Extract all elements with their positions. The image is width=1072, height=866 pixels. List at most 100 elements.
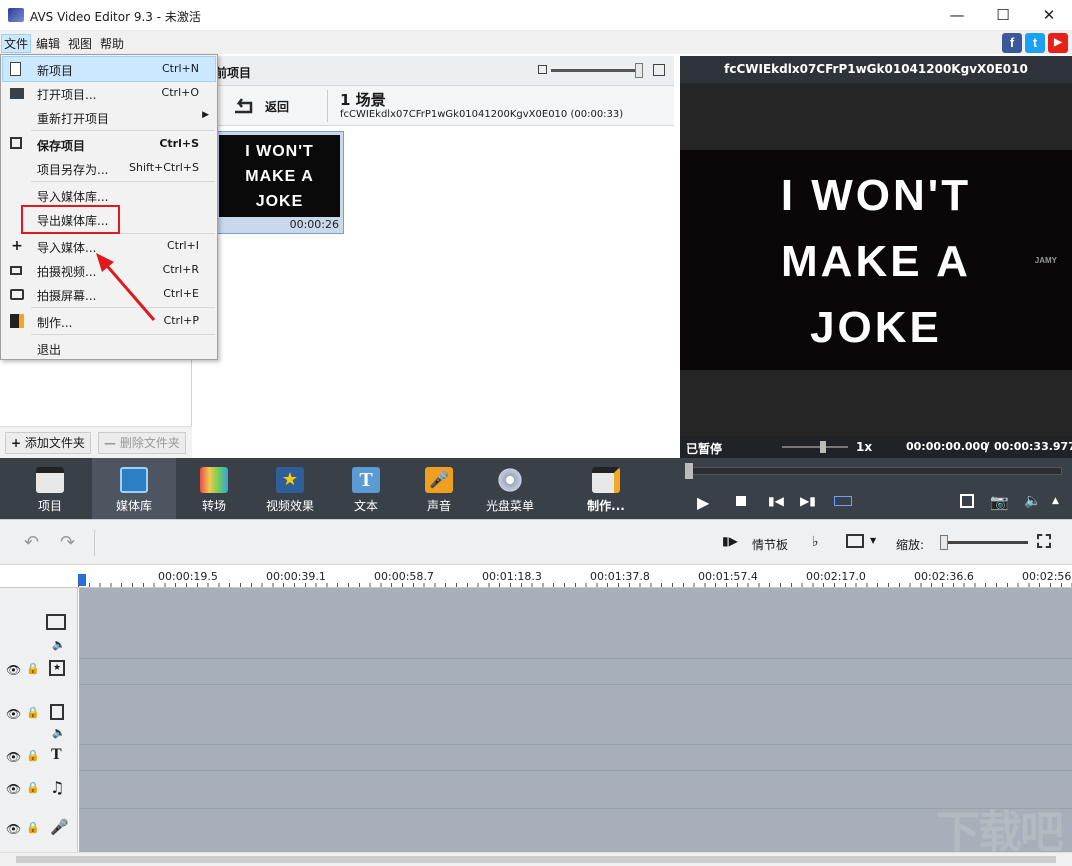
remove-folder-button[interactable]: — 删除文件夹 bbox=[98, 432, 186, 454]
aspect-dropdown-icon[interactable]: ▼ bbox=[870, 536, 876, 545]
seek-handle[interactable] bbox=[685, 463, 693, 479]
tab-disc-menu[interactable]: 光盘菜单 bbox=[468, 458, 552, 519]
media-thumbnail[interactable]: I WON'T MAKE A JOKE 00:00:26 bbox=[215, 131, 344, 234]
eye-icon[interactable]: 👁 bbox=[6, 782, 21, 796]
menu-view[interactable]: 视图 bbox=[68, 35, 92, 52]
thumb-size-slider[interactable] bbox=[551, 63, 643, 78]
thumb-line-2: MAKE A bbox=[245, 168, 314, 185]
redo-icon[interactable]: ↷ bbox=[60, 532, 75, 553]
divider bbox=[94, 530, 95, 556]
menu-edit[interactable]: 编辑 bbox=[36, 35, 60, 52]
track-divider bbox=[79, 808, 1072, 809]
speed-slider[interactable] bbox=[782, 441, 848, 453]
menu-item-open-project[interactable]: 打开项目... Ctrl+O bbox=[3, 81, 215, 105]
menu-item-reopen-project[interactable]: 重新打开项目 ▶ bbox=[3, 105, 215, 129]
menu-item-new-project[interactable]: 新项目 Ctrl+N bbox=[2, 56, 216, 82]
menu-separator bbox=[31, 181, 215, 182]
timeline-scrollbar[interactable] bbox=[0, 852, 1072, 866]
add-folder-button[interactable]: + 添加文件夹 bbox=[5, 432, 91, 454]
preview-line-3: JOKE bbox=[810, 303, 942, 352]
close-button[interactable]: ✕ bbox=[1026, 0, 1072, 31]
lock-icon[interactable]: 🔒 bbox=[26, 749, 40, 762]
tab-produce[interactable]: 制作... bbox=[564, 458, 648, 519]
overlay-audio-icon[interactable]: 🔈 bbox=[52, 726, 66, 739]
play-icon[interactable]: ▶ bbox=[697, 493, 709, 512]
volume-icon[interactable]: 🔈 bbox=[1024, 493, 1041, 509]
timeline-tracks[interactable] bbox=[79, 588, 1072, 852]
menu-file[interactable]: 文件 bbox=[0, 34, 32, 53]
storyboard-icon[interactable]: ▮▶ bbox=[722, 534, 738, 548]
tab-transitions[interactable]: 转场 bbox=[172, 458, 256, 519]
ruler-ticks bbox=[78, 583, 1072, 587]
title-bar: AVS Video Editor 9.3 - 未激活 — ☐ ✕ bbox=[0, 0, 1072, 31]
timeline-ruler[interactable]: 00:00:19.5 00:00:39.1 00:00:58.7 00:01:1… bbox=[0, 565, 1072, 588]
ruler-tick: 00:02:36.6 bbox=[914, 570, 974, 583]
lock-icon[interactable]: 🔒 bbox=[26, 706, 40, 719]
menu-help[interactable]: 帮助 bbox=[100, 35, 124, 52]
thumb-size-slider-handle[interactable] bbox=[635, 63, 643, 78]
next-frame-icon[interactable]: ▶▮ bbox=[800, 494, 816, 508]
stop-icon[interactable] bbox=[736, 496, 746, 506]
audio-mixer-icon[interactable]: ♭ bbox=[812, 534, 819, 550]
screen-icon bbox=[10, 289, 24, 300]
volume-dropdown-icon[interactable]: ▲ bbox=[1052, 496, 1059, 506]
eye-icon[interactable]: 👁 bbox=[6, 663, 21, 677]
eye-icon[interactable]: 👁 bbox=[6, 822, 21, 836]
scene-title: 1 场景 bbox=[340, 91, 386, 109]
thumb-size-small-icon[interactable] bbox=[538, 65, 547, 74]
ruler-tick: 00:01:37.8 bbox=[590, 570, 650, 583]
lock-icon[interactable]: 🔒 bbox=[26, 781, 40, 794]
aspect-icon[interactable] bbox=[846, 534, 864, 548]
facebook-icon[interactable]: f bbox=[1002, 33, 1022, 53]
undo-icon[interactable]: ↶ bbox=[24, 532, 39, 553]
track-divider bbox=[79, 684, 1072, 685]
produce-icon bbox=[10, 314, 24, 328]
youtube-icon[interactable]: ▶ bbox=[1048, 33, 1068, 53]
thumb-size-large-icon[interactable] bbox=[653, 64, 665, 76]
menu-item-save-project[interactable]: 保存项目 Ctrl+S bbox=[3, 132, 215, 156]
menu-item-shortcut: Ctrl+S bbox=[159, 137, 199, 150]
eye-icon[interactable]: 👁 bbox=[6, 707, 21, 721]
scrollbar-thumb[interactable] bbox=[16, 856, 1056, 863]
tab-text[interactable]: T 文本 bbox=[324, 458, 408, 519]
ruler-tick: 00:00:58.7 bbox=[374, 570, 434, 583]
tab-library[interactable]: 媒体库 bbox=[92, 458, 176, 519]
snapshot-icon[interactable]: 📷 bbox=[990, 493, 1009, 511]
menu-item-import-library[interactable]: 导入媒体库... bbox=[3, 183, 215, 207]
prev-frame-icon[interactable]: ▮◀ bbox=[768, 494, 784, 508]
seek-bar[interactable] bbox=[685, 463, 1062, 479]
menu-item-label: 导入媒体... bbox=[37, 241, 97, 255]
tab-effects[interactable]: ★ 视频效果 bbox=[248, 458, 332, 519]
back-button[interactable]: 返回 bbox=[215, 92, 327, 120]
menu-item-save-as[interactable]: 项目另存为... Shift+Ctrl+S bbox=[3, 156, 215, 180]
tab-project[interactable]: 项目 bbox=[8, 458, 92, 519]
mark-icon[interactable] bbox=[834, 496, 852, 506]
speed-slider-handle[interactable] bbox=[820, 441, 826, 453]
storyboard-label[interactable]: 情节板 bbox=[752, 536, 788, 553]
video-audio-icon[interactable]: 🔈 bbox=[52, 638, 66, 651]
track-divider bbox=[79, 658, 1072, 659]
zoom-slider-handle[interactable] bbox=[940, 535, 948, 550]
highlight-box bbox=[21, 205, 120, 234]
track-divider bbox=[79, 770, 1072, 771]
lock-icon[interactable]: 🔒 bbox=[26, 821, 40, 834]
preview-line-1: I WON'T bbox=[780, 171, 972, 220]
zoom-slider[interactable] bbox=[940, 535, 1028, 550]
minimize-button[interactable]: — bbox=[934, 0, 980, 31]
fullscreen-icon[interactable] bbox=[960, 494, 974, 508]
tab-produce-label: 制作... bbox=[587, 499, 625, 513]
eye-icon[interactable]: 👁 bbox=[6, 750, 21, 764]
twitter-icon[interactable]: t bbox=[1025, 33, 1045, 53]
thumb-line-1: I WON'T bbox=[245, 143, 314, 160]
fit-zoom-icon[interactable] bbox=[1037, 534, 1051, 548]
ruler-tick: 00:02:17.0 bbox=[806, 570, 866, 583]
menu-item-label: 项目另存为... bbox=[37, 163, 109, 177]
plus-icon: + bbox=[11, 238, 23, 254]
maximize-button[interactable]: ☐ bbox=[980, 0, 1026, 31]
submenu-arrow-icon: ▶ bbox=[202, 110, 209, 120]
menu-separator bbox=[31, 334, 215, 335]
speed-value: 1x bbox=[856, 440, 873, 454]
lock-icon[interactable]: 🔒 bbox=[26, 662, 40, 675]
menu-item-exit[interactable]: 退出 bbox=[3, 336, 215, 360]
window-title: AVS Video Editor 9.3 - 未激活 bbox=[30, 10, 201, 24]
